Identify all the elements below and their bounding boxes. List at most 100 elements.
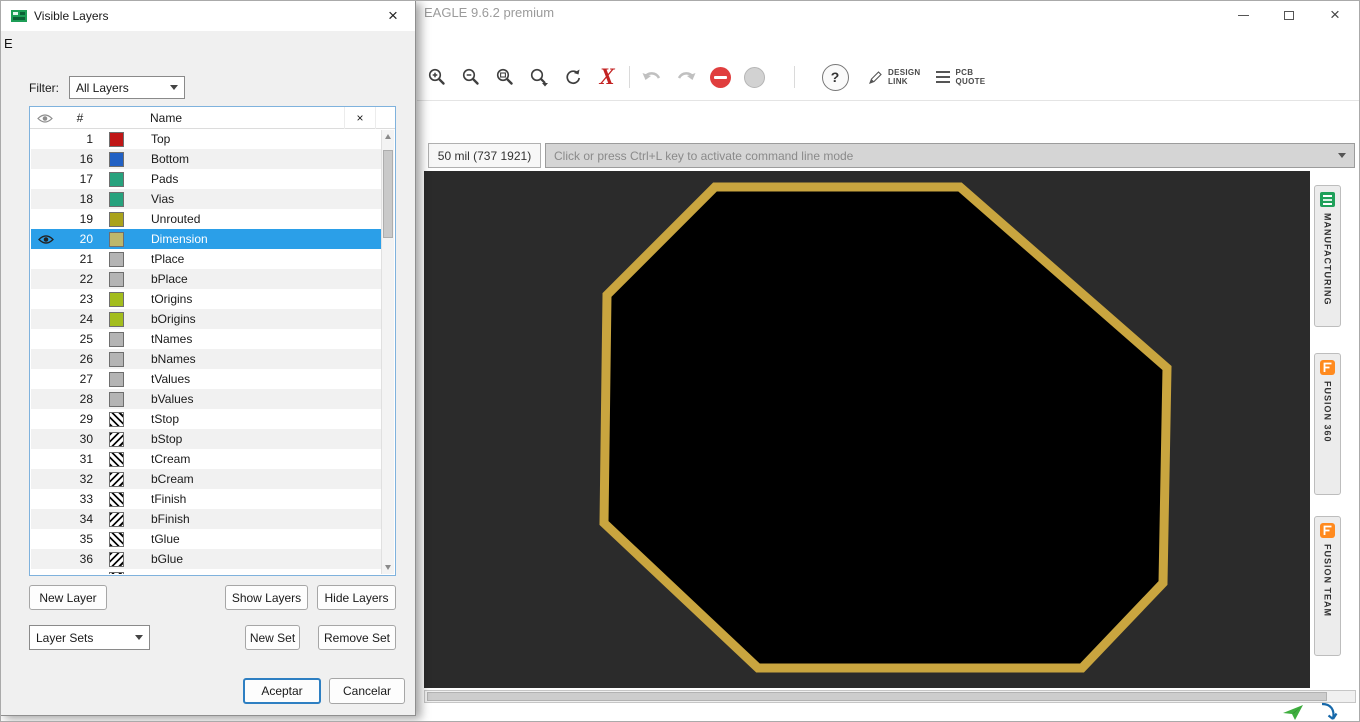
stop-button[interactable] bbox=[703, 60, 737, 94]
layer-visible-eye-icon[interactable] bbox=[31, 234, 61, 245]
new-set-button[interactable]: New Set bbox=[245, 625, 300, 650]
vscrollbar-thumb[interactable] bbox=[383, 150, 393, 238]
layer-color-swatch[interactable] bbox=[101, 191, 139, 207]
layer-row[interactable]: 35 tGlue bbox=[31, 529, 383, 549]
layer-color-swatch[interactable] bbox=[101, 291, 139, 307]
board-canvas[interactable] bbox=[424, 171, 1310, 688]
canvas-hscrollbar[interactable] bbox=[424, 690, 1356, 703]
chevron-down-icon bbox=[135, 635, 143, 640]
layer-color-swatch[interactable] bbox=[101, 371, 139, 387]
remove-set-button[interactable]: Remove Set bbox=[318, 625, 396, 650]
layer-name: Unrouted bbox=[151, 212, 201, 226]
layer-row[interactable]: 29 tStop bbox=[31, 409, 383, 429]
layer-color-swatch[interactable] bbox=[101, 131, 139, 147]
zoom-out-button[interactable] bbox=[454, 60, 488, 94]
header-number[interactable]: # bbox=[60, 107, 100, 129]
show-layers-button[interactable]: Show Layers bbox=[225, 585, 308, 610]
layer-color-swatch[interactable] bbox=[101, 251, 139, 267]
layer-color-swatch[interactable] bbox=[101, 391, 139, 407]
cancel-command-button[interactable]: X bbox=[590, 60, 624, 94]
layer-row[interactable]: 1 Top bbox=[31, 129, 383, 149]
layer-row[interactable]: 36 bGlue bbox=[31, 549, 383, 569]
command-line-combo[interactable] bbox=[545, 143, 1355, 168]
zoom-in-button[interactable] bbox=[420, 60, 454, 94]
zoom-redraw-button[interactable] bbox=[556, 60, 590, 94]
layer-color-swatch[interactable] bbox=[101, 571, 139, 574]
layer-color-swatch[interactable] bbox=[101, 271, 139, 287]
layer-row[interactable]: 32 bCream bbox=[31, 469, 383, 489]
filter-dropdown[interactable]: All Layers bbox=[69, 76, 185, 99]
zoom-select-button[interactable] bbox=[522, 60, 556, 94]
layer-color-swatch[interactable] bbox=[101, 231, 139, 247]
toolbar-separator bbox=[629, 66, 630, 88]
layer-row[interactable]: 22 bPlace bbox=[31, 269, 383, 289]
accept-button[interactable]: Aceptar bbox=[243, 678, 321, 704]
layer-row[interactable]: 20 Dimension bbox=[31, 229, 383, 249]
layer-row[interactable] bbox=[31, 569, 383, 574]
layer-row[interactable]: 26 bNames bbox=[31, 349, 383, 369]
layer-color-swatch[interactable] bbox=[101, 531, 139, 547]
layer-row[interactable]: 18 Vias bbox=[31, 189, 383, 209]
layer-row[interactable]: 23 tOrigins bbox=[31, 289, 383, 309]
layer-color-swatch[interactable] bbox=[101, 171, 139, 187]
refresh-icon bbox=[566, 69, 581, 84]
layer-row[interactable]: 34 bFinish bbox=[31, 509, 383, 529]
layer-sets-dropdown[interactable]: Layer Sets bbox=[29, 625, 150, 650]
scroll-up-arrow-icon[interactable] bbox=[385, 134, 391, 139]
layer-color-swatch[interactable] bbox=[101, 211, 139, 227]
design-link-button[interactable]: DESIGN LINK bbox=[868, 68, 920, 86]
undo-button[interactable] bbox=[635, 60, 669, 94]
layer-color-swatch[interactable] bbox=[101, 331, 139, 347]
layer-row[interactable]: 33 tFinish bbox=[31, 489, 383, 509]
layer-color-swatch[interactable] bbox=[101, 511, 139, 527]
zoom-fit-button[interactable] bbox=[488, 60, 522, 94]
maximize-button[interactable] bbox=[1266, 0, 1312, 30]
layer-number: 20 bbox=[79, 232, 93, 246]
tab-fusion-team[interactable]: FUSION TEAM bbox=[1314, 516, 1341, 656]
header-name[interactable]: Name bbox=[138, 107, 182, 129]
layer-color-swatch[interactable] bbox=[101, 551, 139, 567]
blue-swoosh-icon[interactable] bbox=[1318, 702, 1338, 722]
layer-row[interactable]: 24 bOrigins bbox=[31, 309, 383, 329]
go-button[interactable] bbox=[737, 60, 771, 94]
layer-row[interactable]: 31 tCream bbox=[31, 449, 383, 469]
tab-manufacturing[interactable]: MANUFACTURING bbox=[1314, 185, 1341, 327]
layer-row[interactable]: 30 bStop bbox=[31, 429, 383, 449]
dialog-titlebar[interactable]: Visible Layers × bbox=[1, 1, 415, 31]
help-button[interactable]: ? bbox=[818, 60, 852, 94]
layer-color-swatch[interactable] bbox=[101, 151, 139, 167]
hide-layers-button[interactable]: Hide Layers bbox=[317, 585, 396, 610]
cancel-button[interactable]: Cancelar bbox=[329, 678, 405, 704]
layer-color-swatch[interactable] bbox=[101, 431, 139, 447]
hscrollbar-thumb[interactable] bbox=[427, 692, 1327, 701]
layer-row[interactable]: 27 tValues bbox=[31, 369, 383, 389]
tab-fusion-360[interactable]: FUSION 360 bbox=[1314, 353, 1341, 495]
command-line-input[interactable] bbox=[546, 148, 1338, 163]
layer-color-swatch[interactable] bbox=[101, 491, 139, 507]
layer-color-swatch[interactable] bbox=[101, 451, 139, 467]
new-layer-button[interactable]: New Layer bbox=[29, 585, 107, 610]
header-close[interactable]: × bbox=[344, 107, 376, 129]
scroll-down-arrow-icon[interactable] bbox=[385, 565, 391, 570]
dialog-close-button[interactable]: × bbox=[381, 6, 405, 26]
layer-row[interactable]: 17 Pads bbox=[31, 169, 383, 189]
pcb-quote-button[interactable]: PCB QUOTE bbox=[936, 68, 985, 86]
board-outline-octagon[interactable] bbox=[599, 182, 1172, 673]
question-icon: ? bbox=[821, 63, 849, 91]
layer-row[interactable]: 28 bValues bbox=[31, 389, 383, 409]
layers-vscrollbar[interactable] bbox=[381, 130, 394, 574]
layer-color-swatch[interactable] bbox=[101, 351, 139, 367]
layer-color-swatch[interactable] bbox=[101, 311, 139, 327]
magnifier-plus-icon bbox=[428, 68, 445, 85]
layer-row[interactable]: 21 tPlace bbox=[31, 249, 383, 269]
redo-button[interactable] bbox=[669, 60, 703, 94]
layer-row[interactable]: 25 tNames bbox=[31, 329, 383, 349]
close-window-button[interactable]: × bbox=[1312, 0, 1358, 30]
layer-color-swatch[interactable] bbox=[101, 411, 139, 427]
layer-color-swatch[interactable] bbox=[101, 471, 139, 487]
header-eye-icon[interactable] bbox=[30, 107, 60, 129]
layer-row[interactable]: 16 Bottom bbox=[31, 149, 383, 169]
minimize-button[interactable] bbox=[1220, 0, 1266, 30]
green-plane-icon[interactable] bbox=[1282, 704, 1304, 721]
layer-row[interactable]: 19 Unrouted bbox=[31, 209, 383, 229]
